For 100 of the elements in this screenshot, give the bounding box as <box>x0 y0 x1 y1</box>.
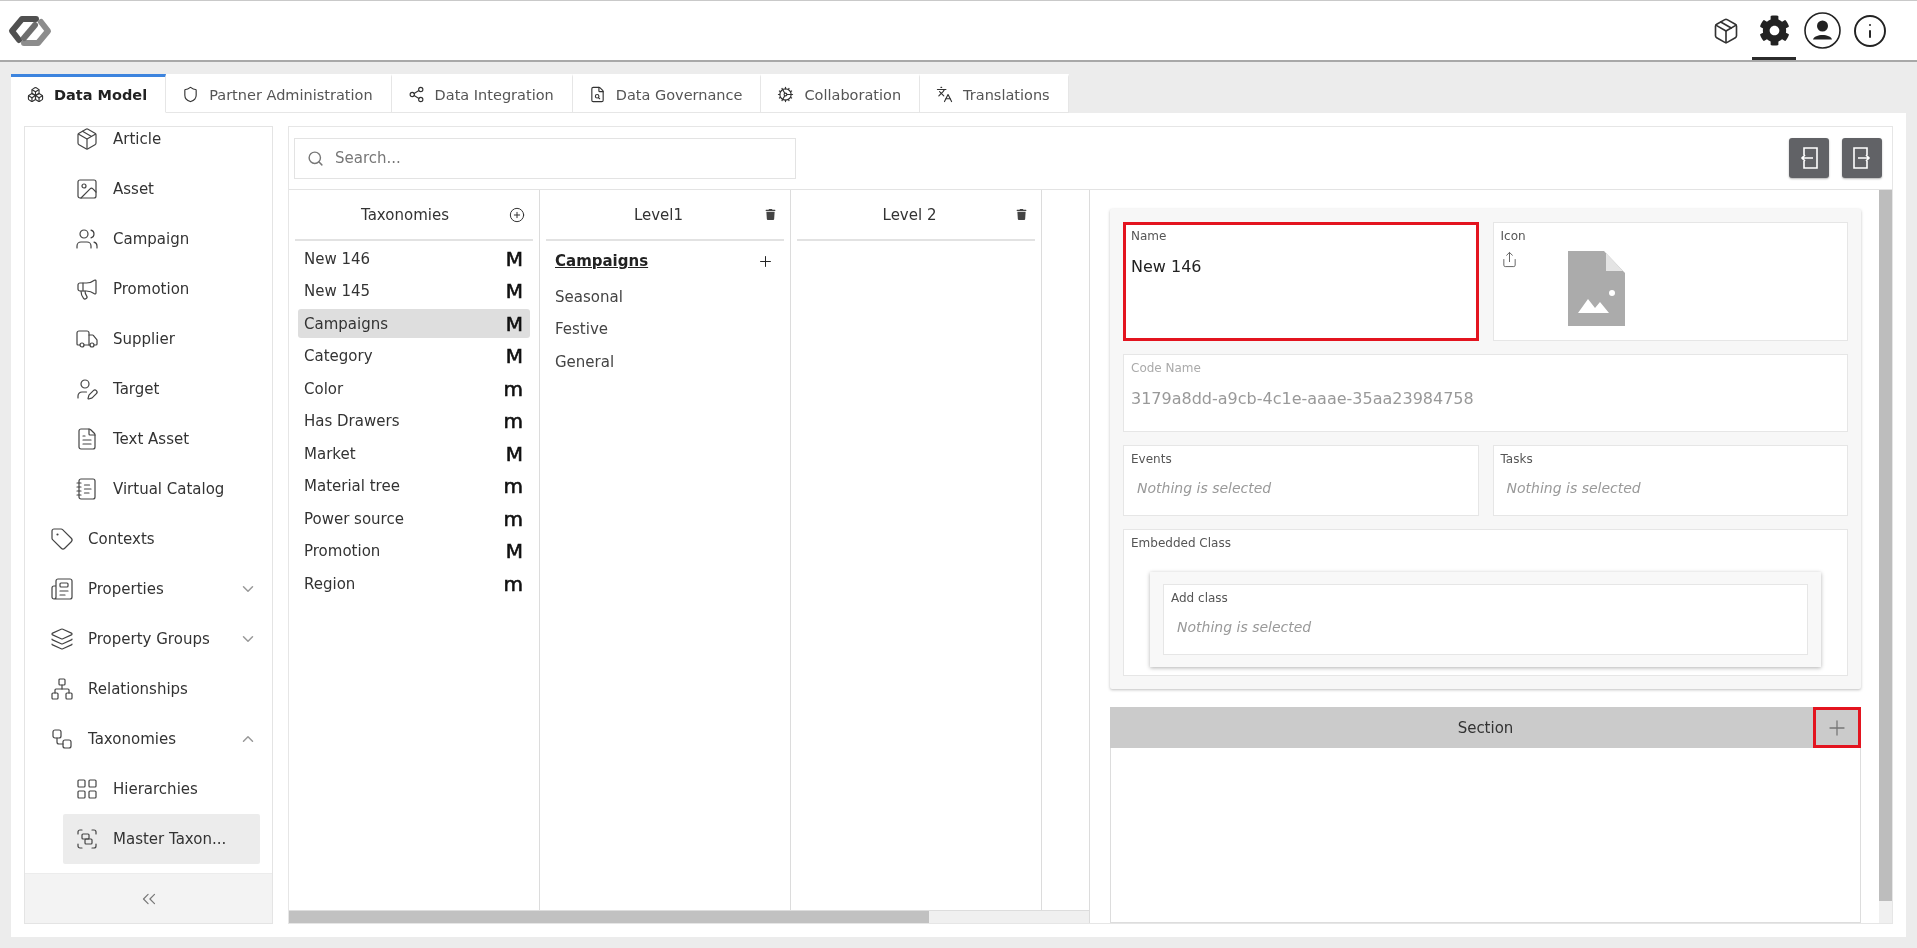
export-button[interactable] <box>1842 138 1882 178</box>
settings-icon <box>1758 15 1790 46</box>
sidebar-item[interactable]: Contexts <box>38 514 260 564</box>
tab[interactable]: Data Model <box>11 74 167 113</box>
delete-button[interactable] <box>1014 207 1029 222</box>
sidebar-item[interactable]: Property Groups <box>38 614 260 664</box>
tag-icon <box>50 527 74 551</box>
list-item[interactable]: Power source m <box>298 504 530 533</box>
field-label: Embedded Class <box>1131 536 1231 550</box>
list-item[interactable]: Has Drawers m <box>298 406 530 436</box>
sidebar-item[interactable]: Properties <box>38 564 260 614</box>
type-marker: m <box>503 476 523 496</box>
sidebar-item[interactable]: Taxonomies <box>38 714 260 764</box>
sidebar-item[interactable]: Article <box>63 127 260 164</box>
megaphone-icon <box>75 277 99 301</box>
field-label: Tasks <box>1500 452 1533 466</box>
field-label: Name <box>1131 229 1167 243</box>
sidebar-item[interactable]: Target <box>63 364 260 414</box>
search-field[interactable]: Search... <box>294 137 796 179</box>
sidebar-item[interactable]: Virtual Catalog <box>63 464 260 514</box>
type-marker: M <box>505 443 523 464</box>
nodes-icon <box>407 86 425 103</box>
upload-icon[interactable] <box>1500 251 1518 268</box>
document-icon <box>75 427 99 451</box>
type-marker: M <box>505 313 523 334</box>
sidebar-item[interactable]: Supplier <box>63 314 260 364</box>
package-icon <box>1712 16 1740 45</box>
list-item[interactable]: Market M <box>298 439 530 468</box>
select-placeholder: Nothing is selected <box>1176 619 1312 635</box>
boxes-icon <box>27 86 44 103</box>
column-title: Level 2 <box>881 205 938 224</box>
list-item[interactable]: Campaigns M <box>298 309 530 338</box>
sidebar-item[interactable]: Hierarchies <box>63 764 260 814</box>
tab[interactable]: Collaboration <box>761 74 921 113</box>
tab[interactable]: Translations <box>920 74 1069 113</box>
list-item[interactable]: General <box>549 347 781 376</box>
logo-icon <box>7 13 53 48</box>
workflow-icon <box>50 727 74 751</box>
sidebar-item[interactable]: Relationships <box>38 664 260 714</box>
image-file-icon <box>1567 251 1625 326</box>
grid-icon <box>75 777 99 801</box>
sidebar-item[interactable]: Text Asset <box>63 414 260 464</box>
list-item[interactable]: Color m <box>298 374 530 403</box>
column-title: Level1 <box>632 205 685 224</box>
sidebar-item[interactable]: Promotion <box>63 264 260 314</box>
users-icon <box>75 227 99 251</box>
layers-icon <box>50 627 74 651</box>
info-icon <box>1852 12 1888 49</box>
list-item[interactable]: New 146 M <box>298 244 530 273</box>
field-label: Icon <box>1500 229 1526 243</box>
type-marker: m <box>503 573 523 594</box>
select-placeholder: Nothing is selected <box>1505 480 1641 496</box>
sidebar-item[interactable]: Asset <box>63 164 260 214</box>
list-item[interactable]: Seasonal <box>549 282 781 311</box>
trash-icon <box>1016 209 1027 220</box>
list-item[interactable]: Promotion M <box>298 536 530 566</box>
section-title: Section <box>1456 718 1515 737</box>
type-marker: M <box>505 541 523 561</box>
type-marker: M <box>505 346 523 366</box>
translate-icon <box>936 86 954 103</box>
text-input[interactable]: New 146 <box>1131 255 1471 277</box>
select-field[interactable]: Tasks Nothing is selected <box>1492 445 1848 516</box>
import-icon <box>1800 147 1818 169</box>
export-icon <box>1853 147 1871 169</box>
truck-icon <box>75 327 99 351</box>
package-icon <box>75 127 99 151</box>
type-marker: m <box>503 508 523 529</box>
user-pen-icon <box>75 377 99 401</box>
account-icon <box>1803 12 1841 49</box>
tab[interactable]: Partner Administration <box>166 74 392 113</box>
text-field[interactable]: Name New 146 <box>1123 222 1479 341</box>
column-title: Taxonomies <box>360 205 450 224</box>
type-marker: m <box>503 411 523 431</box>
trash-icon <box>765 209 776 220</box>
horizontal-scrollbar[interactable] <box>289 910 1089 923</box>
field-label: Events <box>1131 452 1172 466</box>
sidebar-item[interactable]: Master Taxon... <box>63 814 260 864</box>
list-item[interactable]: Festive <box>549 314 781 344</box>
sidebar-item[interactable]: Campaign <box>63 214 260 264</box>
select-field[interactable]: Add class Nothing is selected <box>1163 584 1808 655</box>
delete-button[interactable] <box>763 207 778 222</box>
tab[interactable]: Data Governance <box>572 74 762 113</box>
shield-icon <box>182 86 200 103</box>
list-item[interactable]: Material tree m <box>298 471 530 501</box>
circle-plus-icon <box>509 206 525 223</box>
list-item[interactable]: Region m <box>298 569 530 598</box>
field-label: Add class <box>1171 591 1228 605</box>
image-icon <box>75 177 99 201</box>
document-search-icon <box>588 86 606 103</box>
scrollbar-thumb[interactable] <box>289 911 929 923</box>
search-icon <box>307 149 324 167</box>
parent-link[interactable]: Campaigns <box>555 252 649 270</box>
network-icon <box>50 677 74 701</box>
type-marker: M <box>505 281 523 301</box>
tab[interactable]: Data Integration <box>391 74 573 113</box>
select-field[interactable]: Events Nothing is selected <box>1123 445 1479 516</box>
import-button[interactable] <box>1789 138 1829 178</box>
select-placeholder: Nothing is selected <box>1136 480 1272 496</box>
list-item[interactable]: Category M <box>298 341 530 371</box>
list-item[interactable]: New 145 M <box>298 276 530 306</box>
